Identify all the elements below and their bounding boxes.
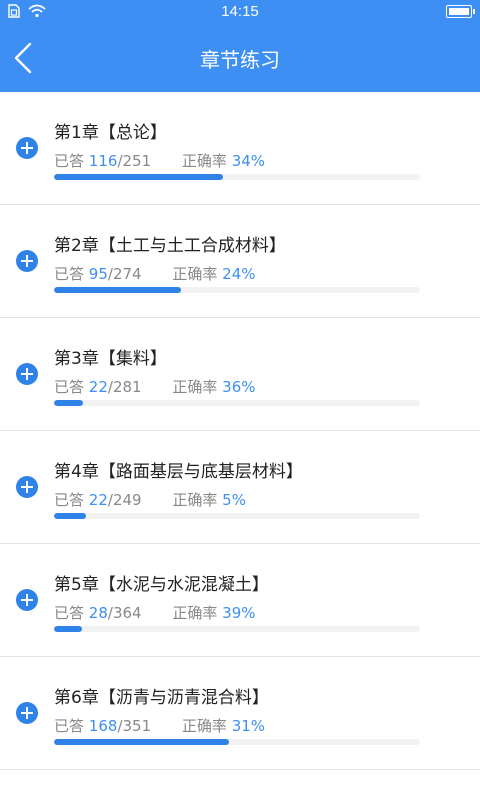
chapter-title: 第5章【水泥与水泥混凝土】 (54, 575, 269, 595)
expand-plus-icon[interactable] (16, 137, 38, 159)
progress-fill (54, 626, 83, 632)
accuracy-label: 正确率 (181, 152, 227, 170)
answered-count: 116 (88, 152, 118, 170)
header: 14:15 章节练习 (0, 0, 480, 92)
total-count: 251 (122, 152, 152, 170)
progress-bar (54, 400, 420, 406)
total-count: 249 (112, 491, 142, 509)
page-title: 章节练习 (200, 48, 280, 72)
answered-label: 已答 (54, 491, 85, 509)
chapter-title: 第2章【土工与土工合成材料】 (54, 236, 286, 256)
chapter-item[interactable]: 第1章【总论】 已答 116/251 正确率 34% (0, 92, 480, 205)
chapter-stats: 已答 28/364 正确率 39% (54, 602, 256, 623)
accuracy-label: 正确率 (172, 265, 218, 283)
chapter-title: 第3章【集料】 (54, 349, 167, 369)
chapter-title: 第4章【路面基层与底基层材料】 (54, 462, 303, 482)
accuracy-value: 31% (231, 717, 266, 735)
expand-plus-icon[interactable] (16, 589, 38, 611)
progress-bar (54, 287, 420, 293)
chapter-item[interactable]: 第6章【沥青与沥青混合料】 已答 168/351 正确率 31% (0, 657, 480, 770)
chapter-item[interactable]: 第5章【水泥与水泥混凝土】 已答 28/364 正确率 39% (0, 544, 480, 657)
progress-fill (54, 513, 87, 519)
total-count: 351 (122, 717, 152, 735)
progress-fill (54, 174, 224, 180)
answered-label: 已答 (54, 152, 85, 170)
progress-bar (54, 739, 420, 745)
chapter-stats: 已答 22/281 正确率 36% (54, 376, 256, 397)
total-count: 281 (112, 378, 142, 396)
chapter-item[interactable]: 第2章【土工与土工合成材料】 已答 95/274 正确率 24% (0, 205, 480, 318)
answered-count: 95 (88, 265, 108, 283)
chapter-stats: 已答 95/274 正确率 24% (54, 263, 256, 284)
progress-fill (54, 739, 230, 745)
battery-icon (446, 5, 475, 18)
expand-plus-icon[interactable] (16, 702, 38, 724)
status-bar: 14:15 (0, 0, 480, 24)
chapter-list: 第1章【总论】 已答 116/251 正确率 34% 第2章【土工与土工合成材料… (0, 92, 480, 770)
answered-count: 168 (88, 717, 118, 735)
status-time: 14:15 (221, 3, 259, 20)
chapter-title: 第6章【沥青与沥青混合料】 (54, 688, 269, 708)
expand-plus-icon[interactable] (16, 250, 38, 272)
accuracy-label: 正确率 (172, 491, 218, 509)
answered-label: 已答 (54, 604, 85, 622)
accuracy-value: 34% (231, 152, 266, 170)
accuracy-label: 正确率 (181, 717, 227, 735)
accuracy-label: 正确率 (172, 604, 218, 622)
progress-bar (54, 626, 420, 632)
accuracy-value: 24% (222, 265, 256, 283)
accuracy-value: 5% (222, 491, 246, 509)
expand-plus-icon[interactable] (16, 363, 38, 385)
accuracy-value: 36% (222, 378, 256, 396)
answered-count: 28 (88, 604, 108, 622)
answered-label: 已答 (54, 265, 85, 283)
progress-bar (54, 174, 420, 180)
accuracy-label: 正确率 (172, 378, 218, 396)
nav-bar: 章节练习 (0, 24, 480, 92)
answered-label: 已答 (54, 378, 85, 396)
expand-plus-icon[interactable] (16, 476, 38, 498)
chapter-stats: 已答 168/351 正确率 31% (54, 715, 265, 736)
progress-fill (54, 287, 181, 293)
answered-count: 22 (88, 378, 108, 396)
progress-bar (54, 513, 420, 519)
answered-label: 已答 (54, 717, 85, 735)
total-count: 364 (112, 604, 142, 622)
accuracy-value: 39% (222, 604, 256, 622)
chapter-stats: 已答 22/249 正确率 5% (54, 489, 246, 510)
chapter-item[interactable]: 第4章【路面基层与底基层材料】 已答 22/249 正确率 5% (0, 431, 480, 544)
chapter-item[interactable]: 第3章【集料】 已答 22/281 正确率 36% (0, 318, 480, 431)
progress-fill (54, 400, 83, 406)
answered-count: 22 (88, 491, 108, 509)
total-count: 274 (112, 265, 142, 283)
chapter-stats: 已答 116/251 正确率 34% (54, 150, 265, 171)
chapter-title: 第1章【总论】 (54, 123, 167, 143)
